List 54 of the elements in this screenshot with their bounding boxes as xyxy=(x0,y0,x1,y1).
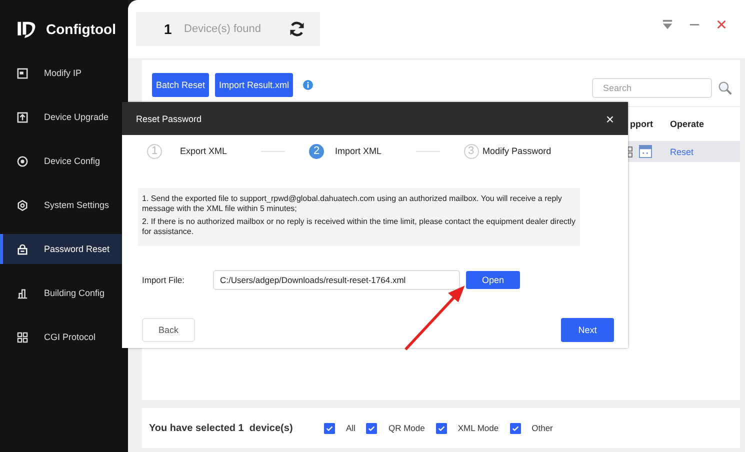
filter-label: Other xyxy=(532,423,553,433)
chart-icon xyxy=(17,288,28,298)
step-label: Modify Password xyxy=(482,146,552,156)
step-number: 1 xyxy=(147,144,162,158)
checkbox[interactable] xyxy=(510,422,521,434)
filter-label: QR Mode xyxy=(388,423,425,433)
grid-icon xyxy=(17,332,28,342)
import-file-label: Import File: xyxy=(142,275,186,285)
step-number: 2 xyxy=(309,144,324,158)
settings-icon xyxy=(17,200,28,210)
instruction-text: 1. Send the exported file to support_rpwd@global.dahuatech.com using an authorized mailbox. You will receive a reply message with the XML file within 5 minutes; xyxy=(142,194,563,214)
close-icon[interactable] xyxy=(716,19,727,30)
back-button[interactable]: Back xyxy=(142,318,195,342)
search-icon[interactable] xyxy=(718,81,732,95)
id-card-icon xyxy=(17,68,28,78)
checkbox[interactable] xyxy=(366,422,378,434)
open-button[interactable]: Open xyxy=(466,271,520,289)
upload-icon xyxy=(17,112,28,122)
lock-icon xyxy=(17,244,28,254)
sidebar-item[interactable]: Device Config xyxy=(0,146,128,176)
sidebar-item[interactable]: System Settings xyxy=(0,190,128,220)
instruction-text: 2. If there is no authorized mailbox or no reply is received within the time limit, please contact the equipment dealer directly for assistance. xyxy=(142,217,576,237)
toolbar-button[interactable]: Import Result.xml xyxy=(215,73,294,97)
info-icon[interactable] xyxy=(303,80,314,90)
step-label: Import XML xyxy=(335,146,382,156)
sidebar-item[interactable]: Device Upgrade xyxy=(0,102,128,132)
device-count-label: Device(s) found xyxy=(184,23,262,35)
target-icon xyxy=(17,156,28,166)
column-header: pport xyxy=(630,119,654,129)
checkbox[interactable] xyxy=(324,422,335,434)
refresh-icon[interactable] xyxy=(288,20,306,38)
checkbox[interactable] xyxy=(436,422,447,434)
sidebar-item[interactable]: CGI Protocol xyxy=(0,322,128,352)
step-label: Export XML xyxy=(180,146,228,156)
qr-code-icon xyxy=(628,146,634,158)
reset-link[interactable]: Reset xyxy=(670,146,694,156)
sidebar-item[interactable]: Building Config xyxy=(0,278,128,308)
filter-label: XML Mode xyxy=(458,423,499,433)
selection-summary: You have selected 1 device(s) xyxy=(149,422,294,434)
next-button[interactable]: Next xyxy=(561,318,614,342)
search-field[interactable]: Search xyxy=(592,78,712,98)
logo-icon xyxy=(16,20,38,38)
toolbar-button[interactable]: Batch Reset xyxy=(152,73,210,97)
file-path-field[interactable]: C:/Users/adgep/Downloads/result-reset-1764.xml xyxy=(213,270,460,290)
column-header: Operate xyxy=(670,119,704,129)
app-title: Configtool xyxy=(46,21,116,37)
step-number: 3 xyxy=(464,144,479,158)
filter-label: All xyxy=(346,423,356,433)
dialog-title: Reset Password xyxy=(136,114,202,124)
close-button[interactable]: × xyxy=(606,110,614,126)
sidebar-item[interactable]: Modify IP xyxy=(0,58,128,88)
dropdown-icon[interactable] xyxy=(662,19,673,30)
xml-file-icon xyxy=(639,145,652,158)
device-count: 1 xyxy=(164,21,173,37)
